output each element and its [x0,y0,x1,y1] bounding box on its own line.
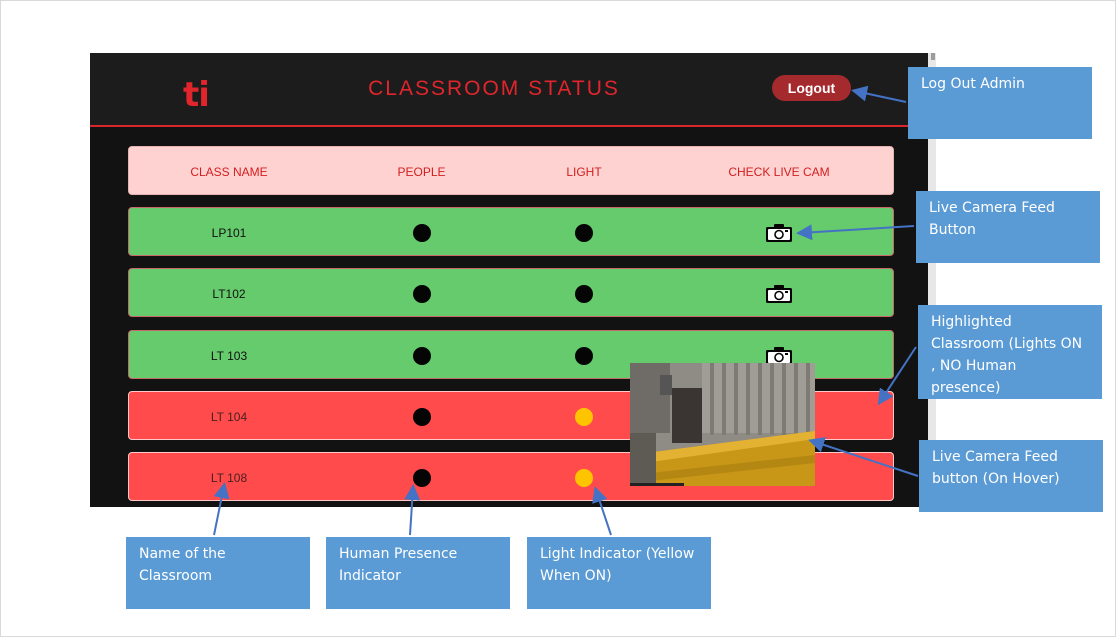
class-name: LT 104 [210,409,248,424]
light-indicator [575,223,593,242]
class-name: LT 108 [210,470,248,485]
camera-icon[interactable] [766,223,792,242]
light-indicator [575,346,593,365]
people-indicator [412,223,431,242]
table-header: CLASS NAME PEOPLE LIGHT CHECK LIVE CAM [128,146,894,195]
logout-button[interactable]: Logout [772,75,851,101]
annotation-light-indicator: Light Indicator (Yellow When ON) [527,537,711,609]
scrollbar-thumb[interactable] [931,53,935,60]
header-check-live-cam: CHECK LIVE CAM [728,164,830,179]
app-header: ti CLASSROOM STATUS Logout [90,53,930,127]
table-row: LP101 [128,207,894,256]
class-name: LT102 [212,286,246,301]
annotation-highlighted-classroom: Highlighted Classroom (Lights ON , NO Hu… [918,305,1102,399]
camera-feed-image [630,363,815,486]
annotation-logout: Log Out Admin [908,67,1092,139]
annotation-human-presence: Human Presence Indicator [326,537,510,609]
annotation-class-name: Name of the Classroom [126,537,310,609]
live-camera-feed[interactable] [630,363,815,486]
annotation-camera-hover: Live Camera Feed button (On Hover) [919,440,1103,512]
header-light: LIGHT [566,164,602,179]
people-indicator [412,346,431,365]
class-name: LT 103 [210,348,248,363]
header-people: PEOPLE [397,164,446,179]
people-indicator [412,284,431,303]
people-indicator [412,407,431,426]
class-name: LP101 [211,225,247,240]
header-class-name: CLASS NAME [190,164,268,179]
camera-icon[interactable] [766,284,792,303]
annotation-camera-button: Live Camera Feed Button [916,191,1100,263]
light-indicator-on [575,468,593,487]
camera-icon[interactable] [766,346,792,365]
light-indicator-on [575,407,593,426]
light-indicator [575,284,593,303]
people-indicator [412,468,431,487]
table-row: LT102 [128,268,894,317]
